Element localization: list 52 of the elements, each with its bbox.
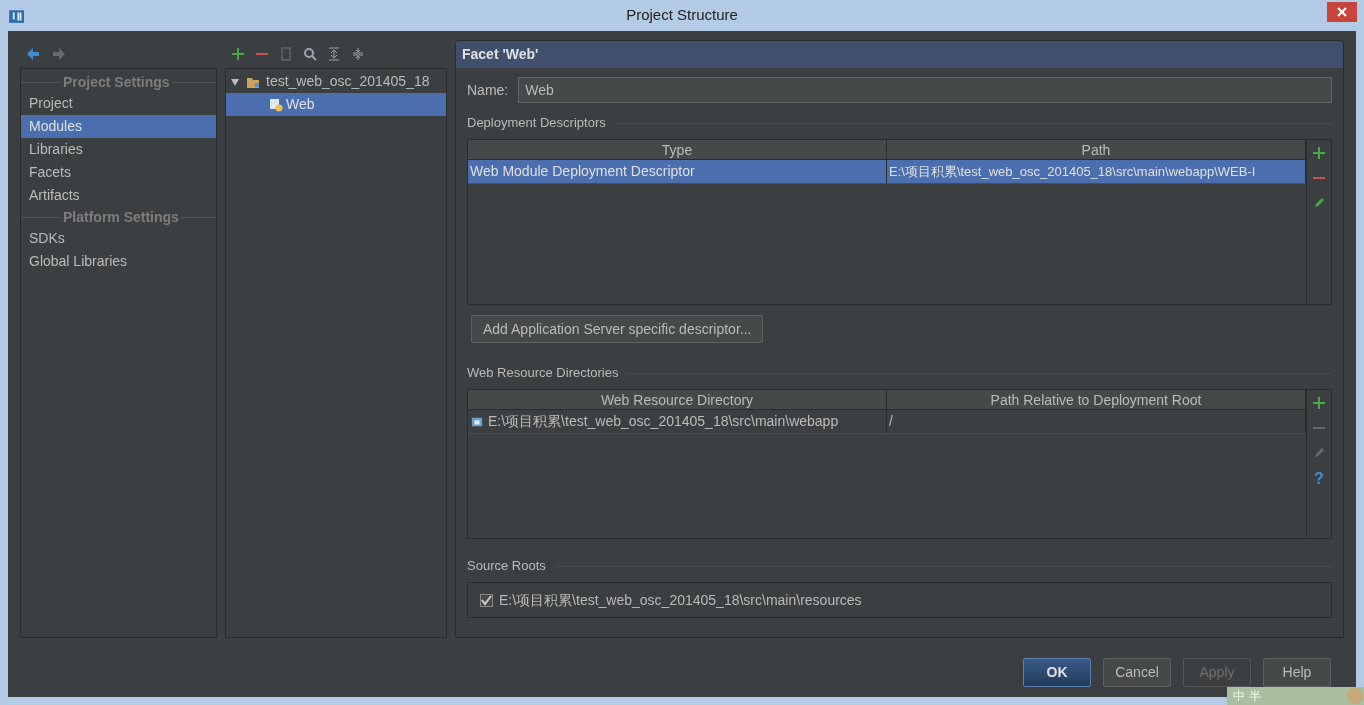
forward-arrow-icon[interactable] xyxy=(52,47,66,61)
add-icon[interactable] xyxy=(1312,396,1326,410)
section-title: Source Roots xyxy=(467,557,546,576)
dialog-button[interactable]: OK xyxy=(1023,658,1091,687)
back-arrow-icon[interactable] xyxy=(26,47,40,61)
sidebar-item[interactable]: Project xyxy=(21,92,216,115)
section-title: Web Resource Directories xyxy=(467,364,619,383)
window-title: Project Structure xyxy=(625,5,739,26)
pencil-icon[interactable] xyxy=(1312,196,1326,210)
table-row[interactable]: Web Module Deployment Descriptor E:\项目积累\test_web_osc_201405_18\src\main\webapp\WEB-I xyxy=(468,160,1306,184)
avatar-icon xyxy=(1346,687,1364,705)
sidebar-item[interactable]: Libraries xyxy=(21,138,216,161)
tree-item[interactable]: Web xyxy=(226,93,446,116)
column-header[interactable]: Path xyxy=(887,140,1306,160)
add-icon[interactable] xyxy=(231,47,245,61)
app-icon xyxy=(8,7,24,24)
table-cell-text: E:\项目积累\test_web_osc_201405_18\src\main\webapp\WEB-I xyxy=(889,162,1256,181)
column-header[interactable]: Web Resource Directory xyxy=(468,390,887,410)
pencil-icon[interactable] xyxy=(1312,446,1326,460)
name-field[interactable]: Web xyxy=(518,77,1332,103)
web-facet-icon xyxy=(269,97,283,112)
dialog-button[interactable]: Help xyxy=(1263,658,1331,687)
table-row[interactable]: E:\项目积累\test_web_osc_201405_18\src\main\webapp / xyxy=(468,410,1306,434)
tree-item[interactable]: test_web_osc_201405_18 xyxy=(226,70,446,93)
help-button[interactable]: ? xyxy=(1314,471,1324,487)
group-heading: Platform Settings xyxy=(62,207,180,227)
table-cell-text: Web Module Deployment Descriptor xyxy=(470,162,695,181)
table-cell-text: E:\项目积累\test_web_osc_201405_18\src\main\webapp xyxy=(488,412,839,431)
sidebar-item[interactable]: SDKs xyxy=(21,227,216,250)
expand-all-icon[interactable] xyxy=(327,47,341,61)
checkbox-label: E:\项目积累\test_web_osc_201405_18\src\main\resources xyxy=(499,590,862,610)
search-icon[interactable] xyxy=(303,47,317,61)
add-descriptor-button[interactable]: Add Application Server specific descriptor... xyxy=(471,315,764,343)
column-header[interactable]: Type xyxy=(468,140,887,160)
group-heading: Project Settings xyxy=(62,72,171,92)
sidebar-item[interactable]: Global Libraries xyxy=(21,250,216,273)
close-button[interactable] xyxy=(1327,2,1357,22)
table-cell-text: / xyxy=(889,412,893,431)
dialog-button[interactable]: Cancel xyxy=(1103,658,1171,687)
close-icon xyxy=(1337,7,1347,17)
folder-icon xyxy=(470,415,484,428)
panel-header: Facet 'Web' xyxy=(456,41,1343,68)
collapse-all-icon[interactable] xyxy=(351,47,365,61)
sidebar-item[interactable]: Artifacts xyxy=(21,184,216,207)
field-label: Name: xyxy=(467,80,509,100)
checkbox[interactable] xyxy=(480,593,493,607)
section-title: Deployment Descriptors xyxy=(467,114,606,133)
column-header[interactable]: Path Relative to Deployment Root xyxy=(887,390,1306,410)
sidebar-item[interactable]: Modules xyxy=(21,115,216,138)
add-icon[interactable] xyxy=(1312,146,1326,160)
sidebar-item[interactable]: Facets xyxy=(21,161,216,184)
expand-triangle-icon[interactable] xyxy=(230,76,240,87)
